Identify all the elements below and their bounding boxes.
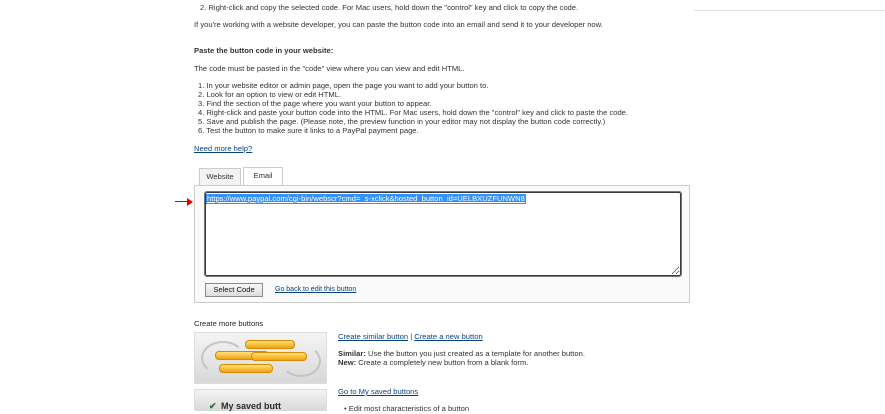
back-to-edit-link[interactable]: Go back to edit this button [275,285,356,295]
create-links-row: Create similar button | Create a new but… [338,332,483,342]
tab-email[interactable]: Email [243,167,283,185]
new-description: New: Create a completely new button from… [338,358,528,368]
link-separator: | [410,332,413,341]
similar-button-thumbnail [194,332,327,384]
create-more-heading: Create more buttons [194,319,264,328]
button-code-textarea[interactable] [204,191,682,277]
new-text: Create a completely new button from a bl… [358,358,529,367]
similar-text: Use the button you just created as a tem… [367,349,585,358]
paste-heading: Paste the button code in your website: [194,46,334,55]
checkmark-icon: ✔ [209,401,217,411]
developer-note: If you're working with a website develop… [194,20,603,29]
tab-website[interactable]: Website [199,168,241,185]
saved-buttons-link[interactable]: Go to My saved buttons [338,387,418,397]
need-help-link[interactable]: Need more help? [194,144,252,154]
saved-bullet: Edit most characteristics of a button [344,404,469,414]
instruction-step-2: 2. Right-click and copy the selected cod… [200,3,579,12]
button-code-selected-text[interactable]: https://www.paypal.com/cgi-bin/webscr?cm… [206,194,526,204]
create-new-link[interactable]: Create a new button [414,332,482,341]
create-similar-link[interactable]: Create similar button [338,332,408,341]
similar-label: Similar: [338,349,366,358]
paste-intro: The code must be pasted in the "code" vi… [194,64,465,73]
new-label: New: [338,358,357,367]
paste-step: 6. Test the button to make sure it links… [198,126,419,135]
top-divider [694,0,885,11]
saved-buttons-thumbnail: ✔ My saved butt [194,389,327,411]
select-code-button[interactable]: Select Code [205,283,263,297]
